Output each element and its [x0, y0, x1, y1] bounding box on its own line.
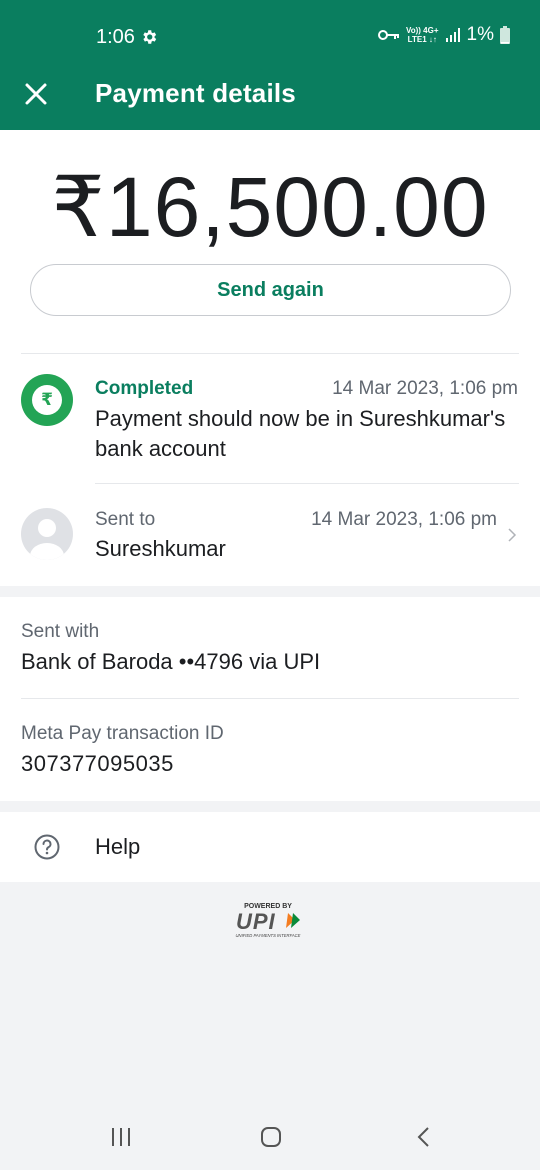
send-again-button[interactable]: Send again — [30, 264, 511, 316]
sent-with-value: Bank of Baroda ••4796 via UPI — [21, 649, 321, 674]
avatar — [21, 508, 73, 560]
settings-gear-icon — [143, 30, 157, 44]
transaction-id-value[interactable]: 307377095035 — [21, 751, 174, 777]
status-bar: 1:06 Vo)) 4G+ LTE1 ↓↑ 1% — [0, 0, 540, 76]
rupee-symbol: ₹ — [32, 385, 62, 415]
status-rupee-icon: ₹ — [21, 374, 73, 426]
network-type-bottom: LTE1 ↓↑ — [407, 35, 437, 44]
person-avatar-icon — [30, 519, 64, 560]
signal-icon — [445, 28, 460, 42]
status-message: Payment should now be in Sureshkumar's b… — [95, 406, 506, 461]
page-title: Payment details — [95, 78, 296, 108]
upi-tagline: UNIFIED PAYMENTS INTERFACE — [236, 933, 301, 938]
divider — [95, 483, 519, 484]
divider — [21, 353, 519, 354]
battery-percent: 1% — [466, 24, 494, 45]
status-time: 1:06 — [96, 26, 135, 48]
recipient-timestamp: 14 Mar 2023, 1:06 pm — [311, 509, 497, 530]
network-type-top: Vo)) 4G+ — [406, 26, 439, 35]
home-icon[interactable] — [260, 1126, 282, 1148]
recent-apps-icon[interactable] — [110, 1127, 132, 1147]
close-icon[interactable] — [22, 80, 50, 108]
sent-with-label: Sent with — [21, 621, 100, 642]
battery-icon — [500, 26, 510, 44]
status-timestamp: 14 Mar 2023, 1:06 pm — [332, 378, 518, 399]
help-row[interactable] — [0, 812, 540, 882]
system-icons: Vo)) 4G+ LTE1 ↓↑ 1% — [378, 24, 510, 46]
sent-to-label: Sent to — [95, 509, 156, 530]
chevron-right-icon[interactable] — [506, 527, 518, 543]
app-header: 1:06 Vo)) 4G+ LTE1 ↓↑ 1% Payment details — [0, 0, 540, 130]
help-label[interactable]: Help — [95, 834, 140, 860]
back-icon[interactable] — [414, 1126, 432, 1148]
divider — [21, 698, 519, 699]
network-type: Vo)) 4G+ LTE1 ↓↑ — [406, 26, 439, 44]
recipient-name: Sureshkumar — [95, 536, 226, 561]
vpn-key-icon — [378, 30, 399, 40]
help-question-icon[interactable] — [34, 834, 60, 860]
transaction-id-label: Meta Pay transaction ID — [21, 723, 224, 744]
upi-wordmark: UPI — [236, 909, 276, 934]
payment-amount: ₹16,500.00 — [51, 160, 489, 254]
status-label: Completed — [95, 378, 194, 399]
upi-logo: POWERED BY UPI UNIFIED PAYMENTS INTERFAC… — [236, 903, 301, 938]
